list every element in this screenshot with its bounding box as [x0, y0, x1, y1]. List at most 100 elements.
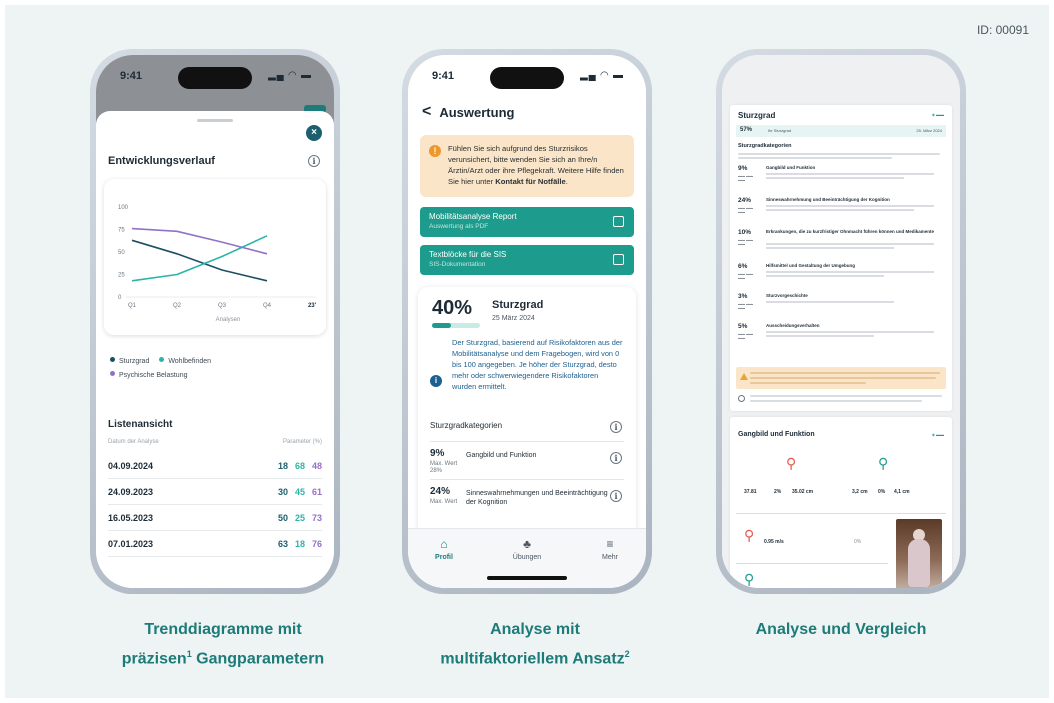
row-wohlbefinden: 18 [294, 538, 305, 549]
nav-mehr[interactable]: ≡ Mehr [580, 537, 640, 561]
dynamic-island [490, 67, 564, 89]
nav-uebungen[interactable]: ♣ Übungen [497, 537, 557, 561]
warning-icon: ! [429, 145, 441, 157]
row-date: 16.05.2023 [108, 512, 154, 523]
phone-trend: 9:41 ▂▄ ◠ ▬ × Entwicklungsverlauf i 0 25 5… [90, 49, 340, 594]
info-icon[interactable]: i [308, 155, 320, 167]
doc-category-row: 24% ▬▬ ▬▬ ▬▬ Sinneswahrnehmung und Beeinträ… [738, 197, 944, 225]
list-header: Datum der Analyse Parameter (%) [108, 439, 322, 445]
page-frame: ID: 00091 9:41 ▂▄ ◠ ▬ × Entwicklungsverl… [5, 5, 1049, 698]
doc-category-row: 6% ▬▬ ▬▬ ▬▬ Hilfsmittel und Gestaltung der … [738, 263, 944, 291]
row-sturzgrad: 63 [277, 538, 288, 549]
signal-wifi-battery-icon: ▂▄ ◠ ▬ [579, 70, 624, 81]
chart-legend: Sturzgrad Wohlbefinden Psychische Belast… [110, 355, 324, 383]
home-indicator [487, 576, 567, 580]
score-progress-fill [432, 323, 452, 328]
phone-report-screen: Sturzgrad ◈ ▬▬ 57% Ihr Sturzgrad 25. Mär… [722, 55, 960, 588]
doc-category-row: 5% ▬▬ ▬▬ ▬▬ Ausscheidungsverhalten [738, 323, 944, 351]
page-id: ID: 00091 [976, 23, 1029, 37]
status-time: 9:41 [120, 70, 143, 82]
row-wohlbefinden: 45 [294, 486, 305, 497]
row-date: 07.01.2023 [108, 538, 154, 549]
legend-dot-icon [110, 357, 115, 362]
categories-title: Sturzgradkategorien [430, 421, 503, 430]
doc-title: Sturzgrad [738, 111, 776, 120]
emergency-contact-link[interactable]: Kontakt für Notfälle [495, 177, 565, 186]
row-sturzgrad: 50 [277, 512, 288, 523]
table-row[interactable]: 16.05.2023 50 25 73 [108, 505, 322, 531]
y-tick-label: 25 [118, 273, 125, 279]
walking-figure-icon: ⚲ [744, 571, 755, 587]
caption-middle: Analyse mit multifaktoriellem Ansatz2 [440, 621, 630, 668]
bottom-nav: ⌂ Profil ♣ Übungen ≡ Mehr [408, 528, 646, 588]
sheet-handle[interactable] [197, 119, 233, 122]
nav-profil[interactable]: ⌂ Profil [414, 537, 474, 561]
doc-summary: 57% Ihr Sturzgrad 25. März 2024 [736, 125, 946, 137]
col-date-header: Datum der Analyse [108, 439, 159, 445]
x-tick-label: Q2 [173, 303, 182, 309]
brand-logo: ◈ ▬▬ [931, 432, 944, 437]
x-axis-label: Analysen [216, 317, 241, 323]
screen-title: Auswertung [439, 104, 515, 120]
report-button[interactable]: Mobilitätsanalyse Report Auswertung als … [420, 207, 634, 237]
category-row[interactable]: 9% Max. Wert 28% Gangbild und Funktion i [430, 441, 624, 474]
analysis-list: 04.09.2024 18 68 48 24.09.2023 30 45 61 16.0… [108, 453, 322, 557]
gait-title: Gangbild und Funktion [738, 431, 815, 438]
series-line-psychische-belastung [131, 227, 268, 255]
row-psychische: 61 [311, 486, 322, 497]
patient-photo [896, 519, 942, 588]
info-icon: i [430, 375, 442, 387]
phone-report: Sturzgrad ◈ ▬▬ 57% Ihr Sturzgrad 25. Mär… [716, 49, 966, 594]
row-wohlbefinden: 68 [294, 460, 305, 471]
status-time: 9:41 [432, 70, 455, 82]
doc-category-row: 10% ▬▬ ▬▬ ▬▬ Erkrankungen, die zu kurzfrist… [738, 229, 944, 257]
y-tick-label: 50 [118, 250, 125, 256]
phone-analysis-screen: 9:41 ▂▄ ◠ ▬ < Auswertung ! Fühlen Sie si… [408, 55, 646, 588]
table-row[interactable]: 24.09.2023 30 45 61 [108, 479, 322, 505]
back-arrow-icon[interactable]: < [422, 103, 431, 121]
caption-right: Analyse und Vergleich [755, 621, 927, 638]
info-icon[interactable]: i [610, 421, 622, 433]
table-row[interactable]: 07.01.2023 63 18 76 [108, 531, 322, 557]
score-percent: 40% [432, 297, 473, 319]
trend-chart-card: 0 25 50 75 100 Q1 Q2 Q3 Q4 23' Analysen [104, 179, 326, 335]
score-progress-bar [432, 323, 480, 328]
score-date: 25 März 2024 [492, 315, 535, 322]
legend-item-sturzgrad: Sturzgrad [110, 357, 149, 365]
sis-button[interactable]: Textblöcke für die SIS SIS-Dokumentation [420, 245, 634, 275]
doc-category-row: 9% ▬▬ ▬▬ ▬▬ Gangbild und Funktion [738, 165, 944, 193]
warning-icon [740, 373, 748, 380]
score-name: Sturzgrad [492, 299, 544, 311]
close-icon[interactable]: × [306, 125, 322, 141]
dynamic-island [178, 67, 252, 89]
series-line-wohlbefinden [131, 235, 268, 282]
report-page-gait: Gangbild und Funktion ◈ ▬▬ ⚲ ⚲ 37.81 2% … [730, 417, 952, 588]
row-psychische: 48 [311, 460, 322, 471]
walking-figure-icon: ⚲ [744, 527, 755, 543]
brand-logo: ◈ ▬▬ [931, 112, 944, 117]
phone-trend-screen: 9:41 ▂▄ ◠ ▬ × Entwicklungsverlauf i 0 25 5… [96, 55, 334, 588]
row-date: 04.09.2024 [108, 460, 154, 471]
category-row[interactable]: 24% Max. Wert Sinneswahrnehmungen und Be… [430, 479, 624, 511]
legend-dot-icon [110, 371, 115, 376]
exercise-icon: ♣ [523, 537, 531, 551]
list-title: Listenansicht [108, 419, 173, 430]
y-tick-label: 0 [118, 295, 122, 301]
document-icon [613, 216, 624, 227]
table-row[interactable]: 04.09.2024 18 68 48 [108, 453, 322, 479]
row-sturzgrad: 30 [277, 486, 288, 497]
doc-section-title: Sturzgradkategorien [738, 143, 792, 149]
info-icon[interactable]: i [610, 452, 622, 464]
legend-item-psychische-belastung: Psychische Belastung [110, 371, 187, 379]
row-sturzgrad: 18 [277, 460, 288, 471]
y-tick-label: 100 [118, 205, 129, 211]
phone-analysis: 9:41 ▂▄ ◠ ▬ < Auswertung ! Fühlen Sie si… [402, 49, 652, 594]
menu-icon: ≡ [606, 537, 614, 551]
score-description: Der Sturzgrad, basierend auf Risikofakto… [452, 338, 623, 391]
walking-figure-icon: ⚲ [878, 455, 889, 471]
info-icon[interactable]: i [610, 490, 622, 502]
y-tick-label: 75 [118, 228, 125, 234]
legend-item-wohlbefinden: Wohlbefinden [159, 357, 211, 365]
home-icon: ⌂ [440, 537, 448, 551]
trend-chart: 0 25 50 75 100 Q1 Q2 Q3 Q4 23' Analysen [118, 205, 317, 323]
